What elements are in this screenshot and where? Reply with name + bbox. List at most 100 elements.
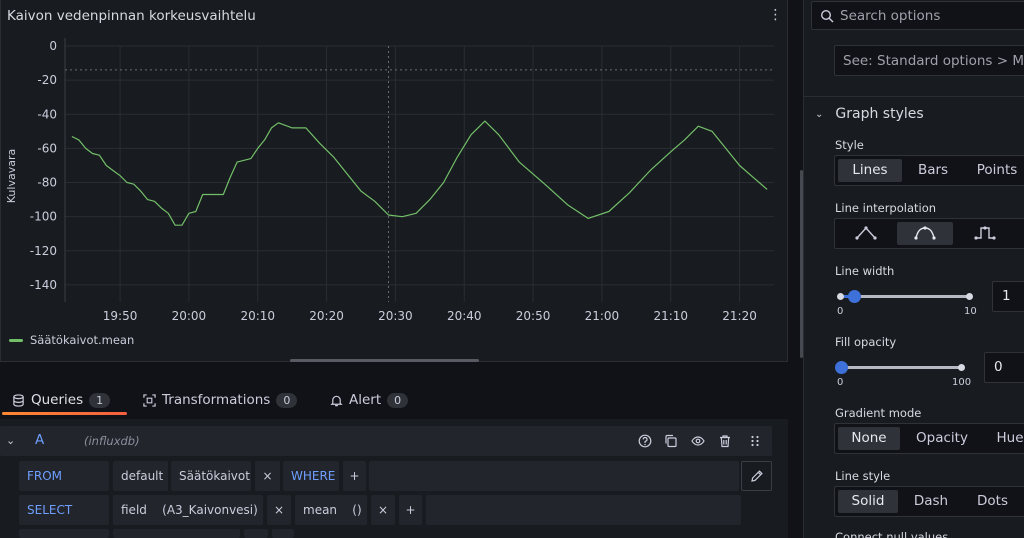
search-icon [820, 9, 834, 22]
tab-queries[interactable]: Queries 1 [12, 385, 111, 415]
style-points[interactable]: Points [965, 159, 1024, 182]
line-width-input[interactable]: 1 [992, 281, 1024, 312]
linear-interpolation-icon[interactable] [838, 222, 894, 245]
remove-aggregation-button[interactable]: × [371, 495, 395, 525]
group-by-segment[interactable] [244, 529, 268, 538]
style-lines[interactable]: Lines [838, 159, 902, 182]
time-series-chart[interactable]: 0 -20 -40 -60 -80 -100 -120 -140 19:50 20:00 20:10… [1, 30, 787, 330]
panel-resize-handle[interactable] [290, 359, 479, 362]
drag-handle-icon[interactable] [747, 433, 763, 449]
field-select[interactable]: field (A3_Kaivonvesi) [113, 495, 263, 525]
y-axis-label: Kulvavara [5, 149, 18, 203]
y-tick-label: -100 [30, 210, 57, 224]
gradient-radio-group: None Opacity Hue [834, 423, 1024, 454]
search-options[interactable] [811, 1, 1024, 30]
database-icon [13, 393, 24, 407]
tab-count-badge: 1 [89, 392, 111, 408]
add-where-button[interactable]: + [343, 461, 366, 491]
from-keyword: FROM [19, 461, 109, 491]
bell-icon [330, 395, 343, 406]
panel-title: Kaivon vedenpinnan korkeusvaihtelu [7, 8, 256, 24]
chevron-down-icon: ⌄ [815, 108, 824, 120]
x-tick-label: 20:50 [516, 309, 551, 323]
fill-opacity-input[interactable]: 0 [984, 352, 1024, 383]
duplicate-icon[interactable] [663, 433, 679, 449]
y-tick-label: 0 [49, 39, 57, 53]
panel-menu-icon[interactable]: ⋮ [766, 5, 785, 26]
gradient-opacity[interactable]: Opacity [904, 427, 980, 450]
x-tick-label: 20:20 [309, 309, 344, 323]
where-keyword: WHERE [283, 461, 339, 491]
group-by-segment[interactable] [113, 529, 240, 538]
x-tick-label: 21:20 [722, 309, 757, 323]
trash-icon[interactable] [717, 433, 733, 449]
smooth-interpolation-icon[interactable] [897, 222, 953, 245]
line-style-label: Line style [835, 469, 891, 483]
line-width-handle[interactable] [848, 290, 861, 303]
y-tick-label: -120 [30, 244, 57, 258]
query-ref-name[interactable]: A [35, 432, 44, 448]
slider-min-label: 0 [837, 306, 844, 317]
legend-color-swatch [9, 338, 23, 342]
legend[interactable]: Säätökaivot.mean [9, 333, 134, 347]
series-line [71, 120, 768, 226]
interpolation-label: Line interpolation [835, 201, 937, 215]
line-style-radio-group: Solid Dash Dots [834, 486, 1024, 517]
slider-max-dot [966, 293, 973, 300]
y-tick-label: -60 [37, 141, 57, 155]
edit-query-pencil-icon[interactable] [741, 461, 772, 491]
interpolation-radio-group [834, 218, 1024, 249]
fill-opacity-handle[interactable] [835, 361, 848, 374]
tab-label: Alert [349, 392, 382, 408]
measurement-select[interactable]: Säätökaivot [171, 461, 251, 491]
eye-icon[interactable] [690, 433, 706, 449]
x-tick-label: 20:30 [378, 309, 413, 323]
line-style-dots[interactable]: Dots [965, 490, 1020, 513]
graph-panel: Kaivon vedenpinnan korkeusvaihtelu ⋮ 0 -2… [0, 0, 788, 362]
transform-icon [143, 393, 156, 407]
remove-measurement-button[interactable]: × [255, 461, 280, 491]
tab-alert[interactable]: Alert 0 [330, 385, 409, 415]
y-tick-label: -40 [37, 107, 57, 121]
retention-policy-select[interactable]: default [113, 461, 168, 491]
search-input[interactable] [840, 7, 1024, 24]
y-tick-label: -140 [30, 278, 57, 292]
aggregation-select[interactable]: mean () [295, 495, 367, 525]
slider-min-dot [837, 293, 844, 300]
editor-tabs: Queries 1 Transformations 0 Alert 0 [0, 385, 788, 417]
gradient-hue[interactable]: Hue [985, 427, 1024, 450]
step-interpolation-icon[interactable] [957, 222, 1013, 245]
group-by-segment[interactable] [272, 529, 294, 538]
hint-box: See: Standard options > Max [834, 45, 1024, 76]
add-select-button[interactable]: + [399, 495, 422, 525]
query-datasource: (influxdb) [84, 434, 140, 448]
tab-label: Transformations [162, 392, 271, 408]
remove-field-button[interactable]: × [267, 495, 291, 525]
section-title: Graph styles [835, 106, 924, 122]
y-tick-label: -80 [37, 176, 57, 190]
x-tick-label: 21:00 [585, 309, 620, 323]
tab-count-badge: 0 [387, 392, 409, 408]
slider-max-label: 100 [952, 377, 972, 388]
y-tick-label: -20 [37, 73, 57, 87]
slider-max-dot [958, 364, 965, 371]
select-row-filler [426, 495, 741, 525]
legend-label[interactable]: Säätökaivot.mean [30, 333, 134, 347]
x-tick-label: 21:10 [653, 309, 688, 323]
line-width-label: Line width [835, 264, 895, 278]
group-by-row[interactable] [19, 529, 109, 538]
style-bars[interactable]: Bars [905, 159, 961, 182]
line-style-solid[interactable]: Solid [838, 490, 898, 513]
fill-opacity-label: Fill opacity [835, 335, 897, 349]
x-tick-label: 20:00 [172, 309, 207, 323]
chevron-down-icon[interactable]: ⌄ [6, 434, 15, 447]
tab-transformations[interactable]: Transformations 0 [143, 385, 298, 415]
from-row-filler [369, 461, 739, 491]
gradient-none[interactable]: None [838, 427, 900, 450]
help-icon[interactable] [637, 433, 653, 449]
style-radio-group: Lines Bars Points [834, 155, 1024, 186]
line-style-dash[interactable]: Dash [901, 490, 961, 513]
fill-opacity-slider[interactable] [841, 366, 961, 369]
graph-styles-section[interactable]: ⌄ Graph styles [815, 106, 924, 122]
connect-null-label: Connect null values [835, 530, 949, 538]
